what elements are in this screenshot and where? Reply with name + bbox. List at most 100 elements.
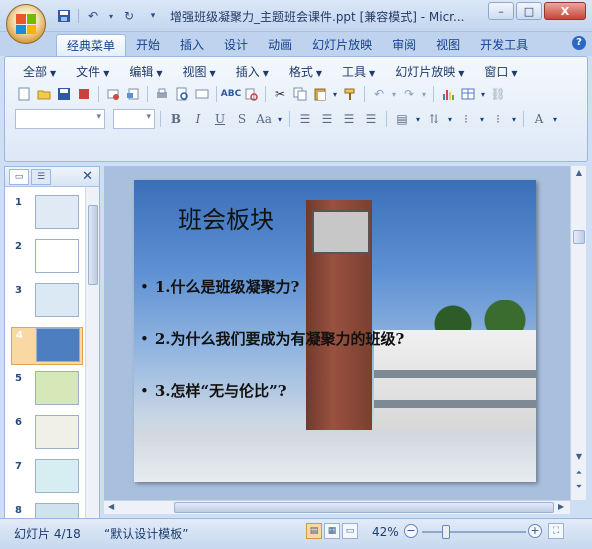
- layout-icon[interactable]: [193, 85, 211, 103]
- bullets-icon[interactable]: ⁝: [456, 110, 476, 128]
- close-icon[interactable]: ✕: [82, 169, 93, 184]
- numbering-icon[interactable]: ⁝: [488, 110, 508, 128]
- slide-title[interactable]: 班会板块: [178, 200, 274, 235]
- tab-developer[interactable]: 开发工具: [470, 34, 538, 56]
- slide-sorter-icon[interactable]: ▦: [324, 523, 340, 539]
- horizontal-scroll-thumb[interactable]: [174, 502, 554, 513]
- menu-file[interactable]: 文件 ▼: [66, 63, 119, 81]
- slide-thumbnail[interactable]: 6: [11, 415, 83, 453]
- bold-button[interactable]: B: [166, 110, 186, 128]
- tab-review[interactable]: 审阅: [382, 34, 426, 56]
- zoom-knob[interactable]: [442, 525, 451, 539]
- zoom-slider[interactable]: − +: [404, 523, 544, 541]
- table-icon[interactable]: [459, 85, 477, 103]
- underline-button[interactable]: U: [210, 110, 230, 128]
- bullets-dropdown-icon[interactable]: ▾: [478, 110, 486, 128]
- menu-edit[interactable]: 编辑 ▼: [119, 63, 172, 81]
- redo-icon[interactable]: ↷: [400, 85, 418, 103]
- menu-slideshow[interactable]: 幻灯片放映 ▼: [385, 63, 474, 81]
- slide-thumbnail[interactable]: 2: [11, 239, 83, 277]
- menu-format[interactable]: 格式 ▼: [279, 63, 332, 81]
- tab-animation[interactable]: 动画: [258, 34, 302, 56]
- scroll-down-icon[interactable]: ▼: [573, 452, 585, 464]
- previous-slide-icon[interactable]: ⏶: [573, 468, 585, 480]
- slide-bullet-3[interactable]: • 3.怎样“无与伦比”?: [140, 380, 287, 401]
- font-name-combo[interactable]: [15, 109, 105, 129]
- tab-insert[interactable]: 插入: [170, 34, 214, 56]
- font-color-dropdown-icon[interactable]: ▾: [551, 110, 559, 128]
- zoom-level[interactable]: 42%: [372, 525, 399, 539]
- slideshow-view-icon[interactable]: ▭: [342, 523, 358, 539]
- font-size-combo[interactable]: [113, 109, 155, 129]
- menu-window[interactable]: 窗口 ▼: [474, 63, 527, 81]
- outline-tab-icon[interactable]: ☰: [31, 169, 51, 185]
- zoom-out-icon[interactable]: −: [404, 524, 418, 538]
- change-case-button[interactable]: Aa: [254, 110, 274, 128]
- editor-horizontal-scrollbar[interactable]: ◀ ▶: [104, 500, 570, 514]
- print-icon[interactable]: [153, 85, 171, 103]
- align-left-icon[interactable]: ☰: [295, 110, 315, 128]
- redo-dropdown-icon[interactable]: ▾: [420, 85, 428, 103]
- email-icon[interactable]: [104, 85, 122, 103]
- shadow-button[interactable]: S: [232, 110, 252, 128]
- tab-view[interactable]: 视图: [426, 34, 470, 56]
- panel-scroll-thumb[interactable]: [88, 205, 98, 285]
- spelling-icon[interactable]: ABC: [221, 85, 241, 103]
- undo-dropdown-icon[interactable]: ▾: [107, 7, 115, 25]
- columns-dropdown-icon[interactable]: ▾: [414, 110, 422, 128]
- table-dropdown-icon[interactable]: ▾: [479, 85, 487, 103]
- design-template[interactable]: “默认设计模板”: [104, 525, 188, 542]
- slide-canvas[interactable]: 班会板块 • 1.什么是班级凝聚力? • 2.为什么我们要成为有凝聚力的班级? • 3…: [134, 180, 536, 482]
- undo-icon[interactable]: ↶: [370, 85, 388, 103]
- undo-icon[interactable]: ↶: [83, 7, 103, 25]
- menu-tools[interactable]: 工具 ▼: [332, 63, 385, 81]
- change-case-dropdown-icon[interactable]: ▾: [276, 110, 284, 128]
- font-color-button[interactable]: A: [529, 110, 549, 128]
- slides-tab-icon[interactable]: ▭: [9, 169, 29, 185]
- align-center-icon[interactable]: ☰: [317, 110, 337, 128]
- panel-scrollbar[interactable]: [85, 187, 99, 519]
- slide-bullet-1[interactable]: • 1.什么是班级凝聚力?: [140, 276, 299, 297]
- maximize-button[interactable]: □: [516, 2, 542, 20]
- copy-icon[interactable]: [291, 85, 309, 103]
- fit-to-window-icon[interactable]: ⛶: [548, 523, 564, 539]
- slide-thumbnail[interactable]: 4: [11, 327, 83, 365]
- next-slide-icon[interactable]: ⏷: [573, 482, 585, 494]
- undo-dropdown-icon[interactable]: ▾: [390, 85, 398, 103]
- cut-icon[interactable]: ✂: [271, 85, 289, 103]
- save-icon[interactable]: [54, 7, 74, 25]
- align-right-icon[interactable]: ☰: [339, 110, 359, 128]
- numbering-dropdown-icon[interactable]: ▾: [510, 110, 518, 128]
- slide-thumbnail[interactable]: 3: [11, 283, 83, 321]
- print-preview-icon[interactable]: [173, 85, 191, 103]
- chart-icon[interactable]: [439, 85, 457, 103]
- publish-pdf-icon[interactable]: [124, 85, 142, 103]
- tab-slideshow[interactable]: 幻灯片放映: [302, 34, 382, 56]
- columns-icon[interactable]: ▤: [392, 110, 412, 128]
- open-folder-icon[interactable]: [35, 85, 53, 103]
- redo-icon[interactable]: ↻: [119, 7, 139, 25]
- tab-classic-menu[interactable]: 经典菜单: [56, 34, 127, 56]
- office-button[interactable]: [6, 4, 46, 44]
- zoom-track[interactable]: [422, 531, 526, 533]
- slide-thumbnail[interactable]: 7: [11, 459, 83, 497]
- slide-thumbnail[interactable]: 5: [11, 371, 83, 409]
- format-painter-icon[interactable]: [341, 85, 359, 103]
- new-document-icon[interactable]: [15, 85, 33, 103]
- minimize-button[interactable]: –: [488, 2, 514, 20]
- editor-vertical-scrollbar[interactable]: ▲ ▼ ⏶ ⏷: [570, 166, 586, 500]
- scroll-left-icon[interactable]: ◀: [108, 502, 114, 511]
- text-direction-icon[interactable]: ⇅: [424, 110, 444, 128]
- tab-home[interactable]: 开始: [126, 34, 170, 56]
- permission-icon[interactable]: [75, 85, 93, 103]
- research-icon[interactable]: [242, 85, 260, 103]
- scroll-up-icon[interactable]: ▲: [573, 168, 585, 180]
- link-icon[interactable]: ⛓: [489, 85, 507, 103]
- normal-view-icon[interactable]: ▤: [306, 523, 322, 539]
- menu-insert[interactable]: 插入 ▼: [226, 63, 279, 81]
- paste-icon[interactable]: [311, 85, 329, 103]
- vertical-scroll-thumb[interactable]: [573, 230, 585, 244]
- justify-icon[interactable]: ☰: [361, 110, 381, 128]
- italic-button[interactable]: I: [188, 110, 208, 128]
- close-button[interactable]: X: [544, 2, 586, 20]
